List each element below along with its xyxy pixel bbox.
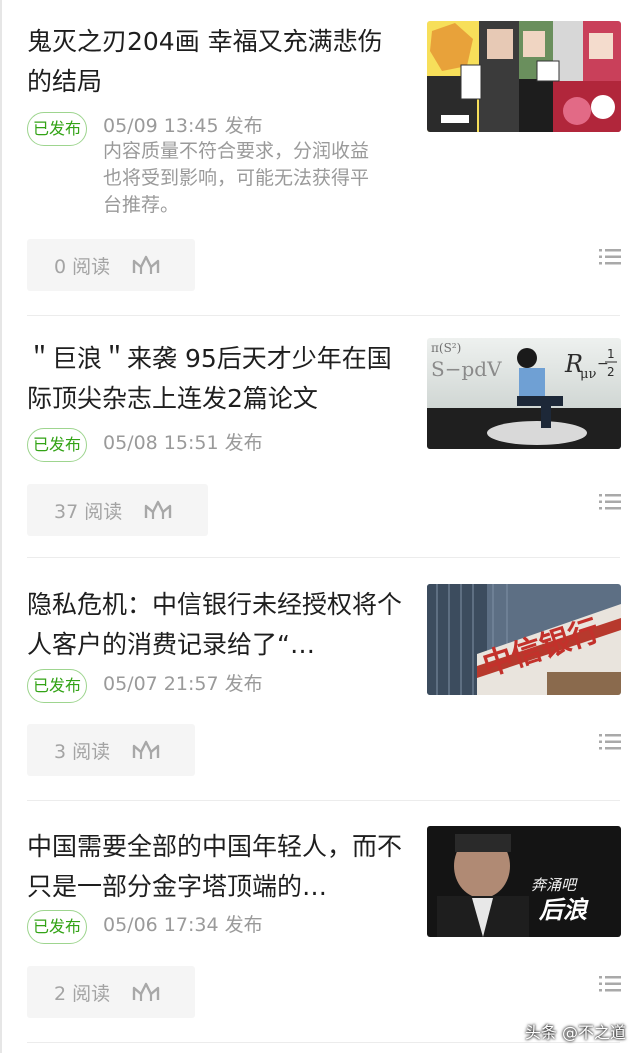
trend-chart-icon xyxy=(132,255,160,274)
trend-chart-icon xyxy=(132,740,160,759)
bank-building-image: 中信银行 xyxy=(427,584,621,695)
left-edge-rule xyxy=(0,0,2,1053)
status-badge: 已发布 xyxy=(27,669,87,703)
article-title[interactable]: 隐私危机：中信银行未经授权将个人客户的消费记录给了“… xyxy=(27,585,405,665)
publish-time: 05/06 17:34 发布 xyxy=(103,914,263,936)
publish-time: 05/09 13:45 发布 xyxy=(103,115,263,137)
read-count: 3 阅读 xyxy=(54,740,111,763)
thumb-caption-1: 奔涌吧 xyxy=(531,876,578,894)
list-menu-icon[interactable] xyxy=(599,248,621,266)
stats-button[interactable]: 2 阅读 xyxy=(27,966,195,1018)
svg-text:1: 1 xyxy=(607,347,615,361)
svg-text:π(S²): π(S²) xyxy=(431,341,461,355)
read-count: 0 阅读 xyxy=(54,255,111,278)
read-count: 37 阅读 xyxy=(54,500,123,523)
divider xyxy=(27,800,620,801)
manga-cover-image xyxy=(427,21,621,132)
quality-warning: 内容质量不符合要求，分润收益也将受到影响，可能无法获得平台推荐。 xyxy=(103,140,370,216)
article-title[interactable]: 中国需要全部的中国年轻人，而不只是一部分金字塔顶端的… xyxy=(27,827,405,907)
status-badge: 已发布 xyxy=(27,910,87,944)
thumb-caption-2: 后浪 xyxy=(538,896,589,924)
svg-text:μν: μν xyxy=(580,367,596,382)
divider xyxy=(27,315,620,316)
list-menu-icon[interactable] xyxy=(599,493,621,511)
article-thumbnail[interactable]: π(S²) S−pdV R μν − 1 2 xyxy=(427,338,621,449)
article-thumbnail[interactable] xyxy=(427,21,621,132)
status-badge: 已发布 xyxy=(27,428,87,462)
article-thumbnail[interactable]: 中信银行 xyxy=(427,584,621,695)
trend-chart-icon xyxy=(145,500,172,519)
stats-button[interactable]: 3 阅读 xyxy=(27,724,195,776)
speaker-portrait-image: 奔涌吧 后浪 xyxy=(427,826,621,937)
stats-button[interactable]: 37 阅读 xyxy=(27,484,208,536)
stats-button[interactable]: 0 阅读 xyxy=(27,239,195,291)
article-title[interactable]: 鬼灭之刃204画 幸福又充满悲伤的结局 xyxy=(27,22,405,102)
trend-chart-icon xyxy=(132,982,160,1001)
article-title[interactable]: ＂巨浪＂来袭 95后天才少年在国际顶尖杂志上连发2篇论文 xyxy=(27,339,405,419)
divider xyxy=(27,557,620,558)
list-menu-icon[interactable] xyxy=(599,975,621,993)
publish-time: 05/07 21:57 发布 xyxy=(103,673,263,695)
svg-text:S−pdV: S−pdV xyxy=(431,357,502,381)
list-menu-icon[interactable] xyxy=(599,733,621,751)
watermark: 头条 @不之道 xyxy=(524,1023,626,1042)
status-badge: 已发布 xyxy=(27,112,87,146)
article-thumbnail[interactable]: 奔涌吧 后浪 xyxy=(427,826,621,937)
photo-young-man-image: π(S²) S−pdV R μν − 1 2 xyxy=(427,338,621,449)
svg-text:2: 2 xyxy=(607,365,615,379)
publish-time: 05/08 15:51 发布 xyxy=(103,432,263,454)
read-count: 2 阅读 xyxy=(54,982,111,1005)
